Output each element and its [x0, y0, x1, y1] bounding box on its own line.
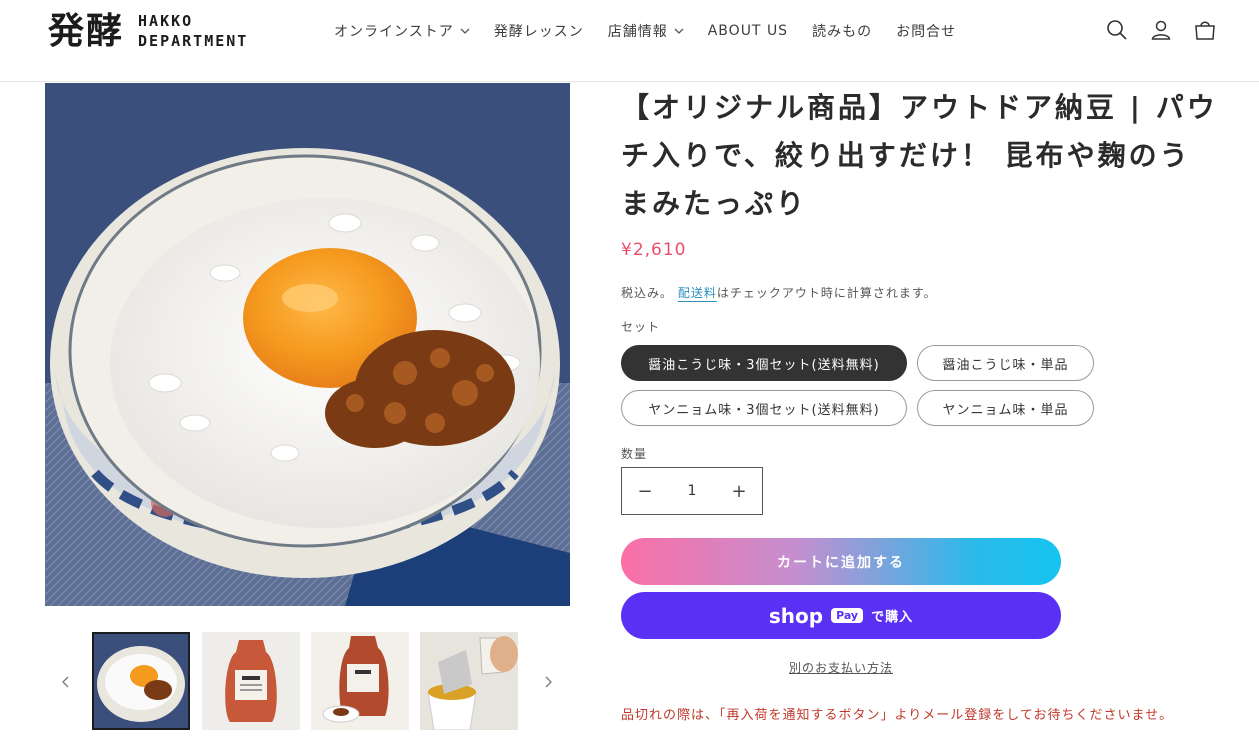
nav-label: オンラインストア [334, 24, 454, 40]
chevron-down-icon [460, 28, 470, 34]
tax-suffix: はチェックアウト時に計算されます。 [716, 286, 937, 300]
site-logo[interactable]: 発酵 HAKKO DEPARTMENT [48, 10, 248, 52]
nav-online-store[interactable]: オンラインストア [334, 21, 470, 41]
logo-line-2: DEPARTMENT [138, 32, 249, 50]
thumbnail-3[interactable] [311, 632, 409, 730]
quantity-increase-button[interactable]: + [716, 468, 762, 514]
chevron-right-icon[interactable] [540, 674, 556, 690]
other-payment-link[interactable]: 別のお支払い方法 [621, 659, 1061, 676]
thumbnail-1[interactable] [92, 632, 190, 730]
chevron-down-icon [674, 28, 684, 34]
nav-about[interactable]: ABOUT US [708, 21, 788, 41]
nav-contact[interactable]: お問合せ [896, 21, 956, 41]
variant-option-yangnyeom-single[interactable]: ヤンニョム味・単品 [917, 390, 1094, 426]
product-price: ¥2,610 [621, 240, 687, 260]
header-icons [1105, 18, 1217, 42]
quantity-input[interactable]: 1 [672, 483, 712, 499]
variant-option-yangnyeom-3set[interactable]: ヤンニョム味・3個セット(送料無料) [621, 390, 907, 426]
quantity-label: 数量 [621, 447, 648, 461]
product-title: 【オリジナル商品】アウトドア納豆 | パウチ入りで、絞り出すだけ！ 昆布や麹のう… [621, 91, 1218, 220]
thumbnail-strip [52, 632, 562, 736]
product-main-image[interactable] [45, 83, 570, 606]
tax-prefix: 税込み。 [621, 286, 674, 300]
shop-pay-logo-text: shop [768, 603, 824, 628]
shop-pay-button[interactable]: shop Pay で購入 [621, 592, 1061, 639]
quantity-stepper: − 1 + [621, 467, 763, 515]
nav-label: 店舗情報 [607, 24, 668, 40]
restock-notice: 品切れの際は、「再入荷を通知するボタン」よりメール登録をしてお待ちくださいませ。 [621, 708, 1174, 723]
variant-label: セット [621, 320, 661, 334]
logo-wordmark: HAKKO DEPARTMENT [138, 11, 248, 51]
shop-pay-buy-label: で購入 [871, 610, 914, 625]
thumbnail-2[interactable] [202, 632, 300, 730]
pay-badge: Pay [831, 608, 864, 623]
nav-label: 発酵レッスン [493, 24, 584, 40]
logo-line-1: HAKKO [138, 12, 194, 30]
variant-option-shoyu-3set[interactable]: 醤油こうじ味・3個セット(送料無料) [621, 345, 907, 381]
thumbnail-4[interactable] [420, 632, 518, 730]
nav-lessons[interactable]: 発酵レッスン [494, 21, 584, 41]
nav-label: お問合せ [896, 24, 957, 40]
main-nav: オンラインストア 発酵レッスン 店舗情報 ABOUT US 読みもの お問合せ [334, 21, 956, 41]
shipping-link[interactable]: 配送料 [678, 286, 717, 300]
account-icon[interactable] [1149, 18, 1173, 42]
variant-option-shoyu-single[interactable]: 醤油こうじ味・単品 [917, 345, 1094, 381]
site-header: 発酵 HAKKO DEPARTMENT オンラインストア 発酵レッスン 店舗情報… [0, 0, 1259, 82]
cart-icon[interactable] [1193, 18, 1217, 42]
add-to-cart-button[interactable]: カートに追加する [621, 538, 1061, 585]
nav-store-info[interactable]: 店舗情報 [608, 21, 684, 41]
nav-label: ABOUT US [707, 23, 789, 39]
quantity-decrease-button[interactable]: − [622, 468, 668, 514]
search-icon[interactable] [1105, 18, 1129, 42]
tax-note: 税込み。 配送料はチェックアウト時に計算されます。 [621, 284, 937, 301]
chevron-left-icon[interactable] [58, 674, 74, 690]
nav-label: 読みもの [812, 24, 873, 40]
logo-kanji: 発酵 [48, 10, 125, 52]
nav-reading[interactable]: 読みもの [812, 21, 872, 41]
